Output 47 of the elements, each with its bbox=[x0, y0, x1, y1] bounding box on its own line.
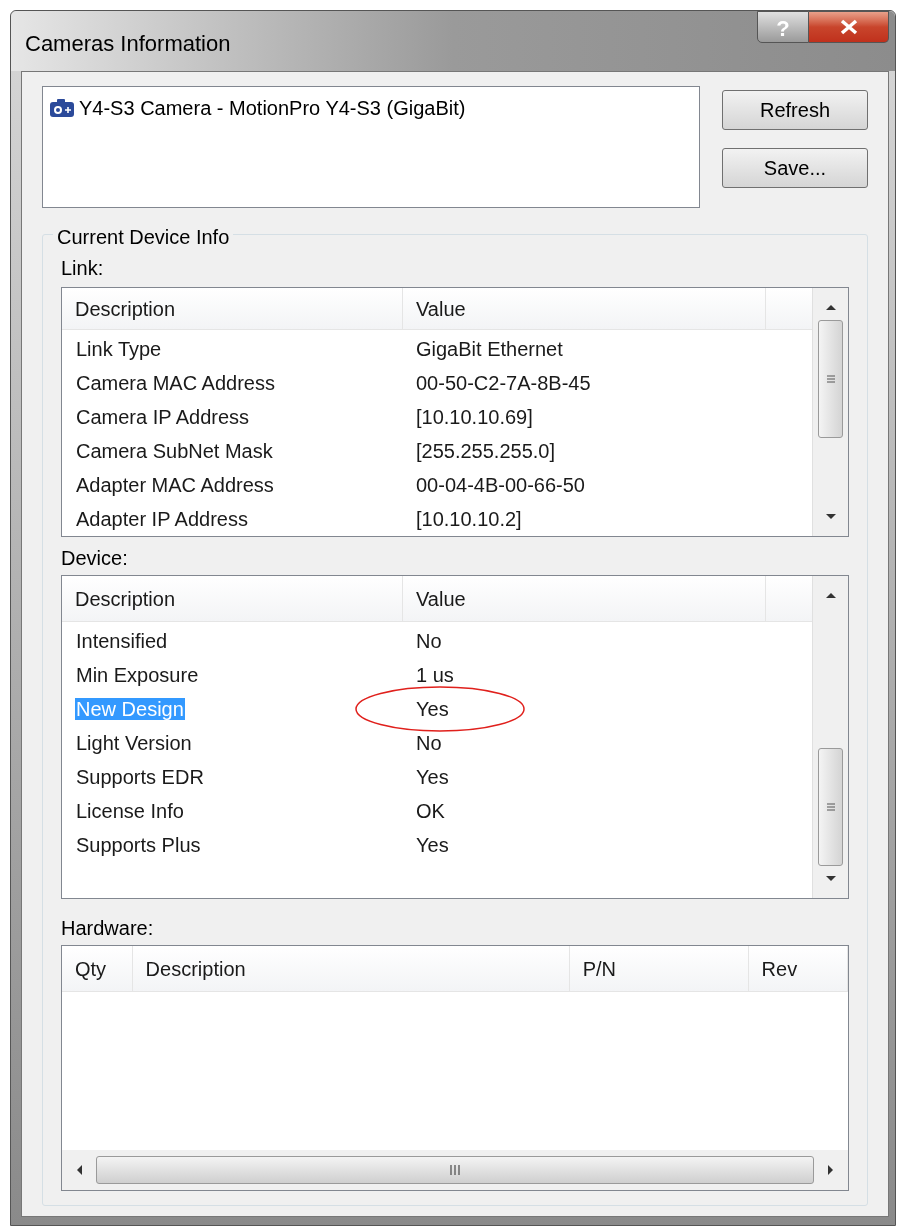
table-cell[interactable]: Intensified bbox=[75, 630, 169, 652]
column-header[interactable]: Description bbox=[62, 288, 403, 329]
section-label: Hardware: bbox=[61, 916, 155, 941]
column-header[interactable]: Value bbox=[403, 576, 766, 621]
table-cell[interactable]: Camera IP Address bbox=[75, 406, 251, 428]
table-cell-text: [10.10.10.69] bbox=[415, 405, 533, 430]
table-cell-text: Yes bbox=[415, 697, 449, 722]
window-title: Cameras Information bbox=[25, 30, 231, 58]
column-header[interactable]: Description bbox=[62, 576, 403, 621]
column-header[interactable]: Qty bbox=[62, 946, 133, 991]
refresh-button[interactable]: Refresh bbox=[722, 90, 868, 130]
column-header[interactable]: Value bbox=[403, 288, 766, 329]
table-cell[interactable]: Link Type bbox=[75, 338, 163, 360]
table-cell-text: [255.255.255.0] bbox=[415, 439, 555, 464]
section-label: Device: bbox=[61, 546, 129, 571]
table-cell[interactable]: Supports Plus bbox=[75, 834, 202, 856]
scrollbar-thumb[interactable] bbox=[818, 320, 843, 438]
table-cell[interactable]: Supports EDR bbox=[75, 766, 205, 788]
table-cell[interactable]: Adapter MAC Address bbox=[75, 474, 275, 496]
table-cell[interactable]: Camera MAC Address bbox=[75, 372, 276, 394]
scroll-right-icon[interactable] bbox=[826, 1163, 836, 1177]
close-button[interactable] bbox=[809, 11, 889, 43]
close-icon bbox=[838, 19, 859, 35]
column-header[interactable]: Description bbox=[132, 946, 570, 991]
table-cell[interactable]: Light Version bbox=[75, 732, 193, 754]
table-cell-text: No bbox=[415, 629, 442, 654]
table-cell-text: 00-50-C2-7A-8B-45 bbox=[415, 371, 591, 396]
scrollbar-thumb[interactable] bbox=[96, 1156, 814, 1184]
table-cell[interactable]: Adapter IP Address bbox=[75, 508, 249, 530]
table-cell-text: [10.10.10.2] bbox=[415, 507, 522, 532]
column-header[interactable]: P/N bbox=[569, 946, 749, 991]
table-cell-text: GigaBit Ethernet bbox=[415, 337, 563, 362]
camera-icon bbox=[49, 98, 75, 118]
table-cell-text: 00-04-4B-00-66-50 bbox=[415, 473, 585, 498]
camera-item[interactable]: Y4-S3 Camera - MotionPro Y4-S3 (GigaBit) bbox=[49, 93, 693, 123]
table-cell-text: OK bbox=[415, 799, 445, 824]
save-button[interactable]: Save... bbox=[722, 148, 868, 188]
section-label: Link: bbox=[61, 256, 105, 281]
table-cell[interactable]: Min Exposure bbox=[75, 664, 200, 686]
scrollbar-thumb[interactable] bbox=[818, 748, 843, 866]
table-cell-text: 1 us bbox=[415, 663, 454, 688]
table-cell-text: Yes bbox=[415, 765, 449, 790]
table-cell-text: No bbox=[415, 731, 442, 756]
table-cell[interactable]: Camera SubNet Mask bbox=[75, 440, 274, 462]
table-cell[interactable]: License Info bbox=[75, 800, 185, 822]
table-cell-text: Yes bbox=[415, 833, 449, 858]
column-header[interactable]: Rev bbox=[748, 946, 848, 991]
